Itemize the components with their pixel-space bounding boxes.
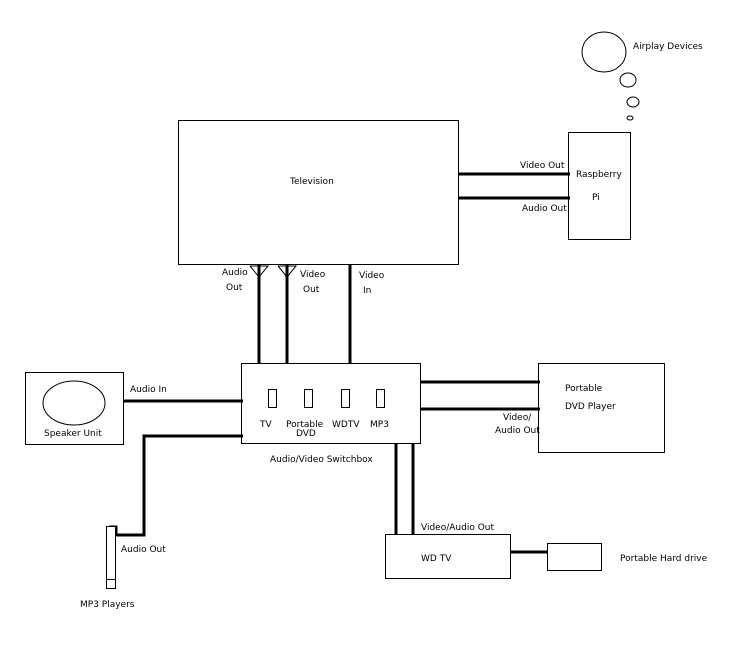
wdtv-out-label: Video/Audio Out [421,523,494,533]
pi-audio-out-label: Audio Out [522,204,567,214]
television-label: Television [289,177,334,187]
home-av-diagram: Airplay Devices Television Raspberry Pi … [25,31,708,610]
airplay-bubble-small [626,115,634,121]
tv-video-in-label-2: In [363,286,371,296]
airplay-bubble-medium [626,96,640,108]
mp3-players-label: MP3 Players [80,600,135,610]
dvd-out-label-1: Video/ [503,413,532,423]
tv-video-out-label-2: Out [303,285,320,295]
port-dvd-label-2: DVD [296,429,316,439]
speaker-node: Speaker Unit [25,372,124,445]
airplay-label: Airplay Devices [633,42,703,52]
portable-dvd-label-2: DVD Player [565,402,616,412]
portable-dvd-node: Portable DVD Player [538,363,665,453]
switchbox-label: Audio/Video Switchbox [270,455,373,465]
tv-audio-out-label-2: Out [226,283,243,293]
dvd-out-label-2: Audio Out [495,426,540,436]
mp3-audio-wire [109,434,243,537]
raspberry-pi-node: Raspberry Pi [568,132,631,240]
airplay-cloud-icon [581,31,627,73]
speaker-audio-in-label: Audio In [130,385,167,395]
mp3-player-node: MP3 Players [80,526,135,610]
hard-drive-node: Portable Hard drive [547,543,708,571]
port-wdtv-label: WDTV [332,420,360,430]
tv-video-in-label-1: Video [359,271,385,281]
wdtv-label: WD TV [421,554,452,564]
raspberry-pi-label-2: Pi [592,193,600,203]
switchbox-node: TV Portable DVD WDTV MP3 Audio/Video Swi… [241,363,421,465]
raspberry-pi-label-1: Raspberry [576,170,622,180]
mp3-audio-out-label: Audio Out [121,545,166,555]
speaker-label: Speaker Unit [44,429,102,439]
portable-dvd-label-1: Portable [565,384,603,394]
hard-drive-label: Portable Hard drive [620,554,708,564]
port-tv-label: TV [259,420,272,430]
port-mp3-label: MP3 [370,420,389,430]
television-node: Television [178,120,459,265]
airplay-bubble-large [619,72,637,88]
tv-video-out-label-1: Video [300,270,326,280]
pi-video-out-label: Video Out [520,161,565,171]
airplay-devices-node: Airplay Devices [581,31,703,121]
tv-audio-out-label-1: Audio [222,268,248,278]
wdtv-node: WD TV [385,534,511,579]
